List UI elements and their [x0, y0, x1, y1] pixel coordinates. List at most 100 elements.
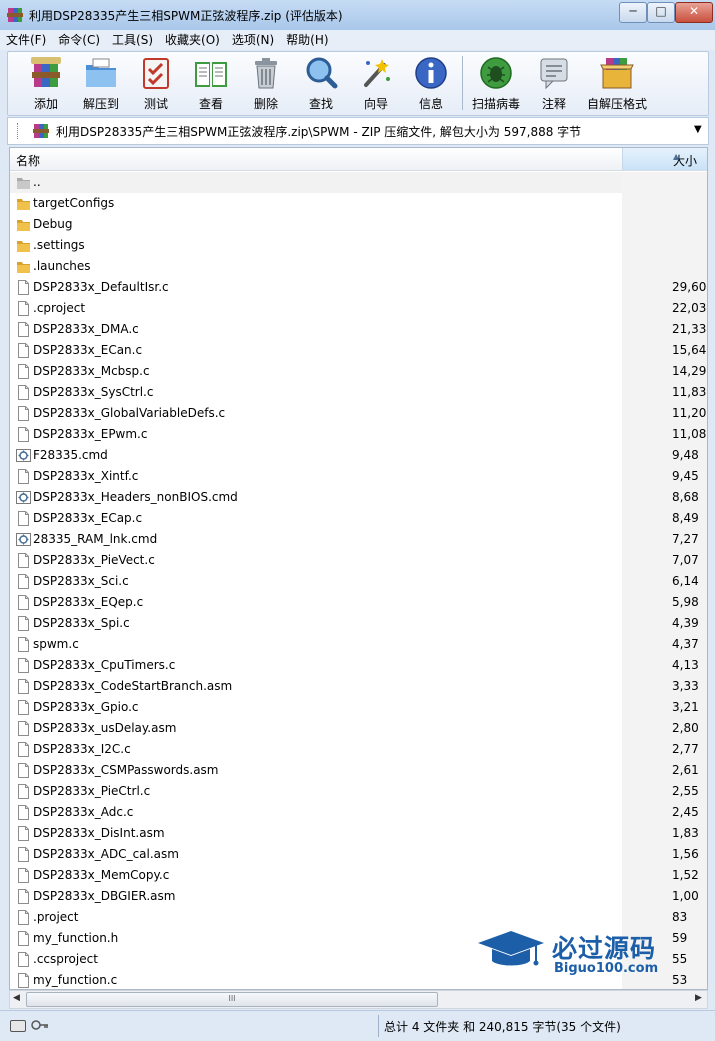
virus-scan-button[interactable]: 扫描病毒	[469, 55, 523, 111]
file-size-cell: 9,48	[622, 445, 707, 466]
file-row[interactable]: DSP2833x_ADC_cal.asm 1,56	[10, 844, 707, 865]
add-button[interactable]: 添加	[19, 55, 73, 111]
file-size-cell: 11,83	[622, 382, 707, 403]
horizontal-scrollbar[interactable]: ◀ III ▶	[9, 990, 708, 1009]
close-button[interactable]: ✕	[675, 2, 713, 23]
file-row[interactable]: DSP2833x_usDelay.asm 2,80	[10, 718, 707, 739]
file-icon	[18, 595, 29, 610]
file-row[interactable]: DSP2833x_CSMPasswords.asm 2,61	[10, 760, 707, 781]
file-row[interactable]: DSP2833x_CpuTimers.c 4,13	[10, 655, 707, 676]
file-size: 22,03	[672, 301, 707, 315]
file-size-cell	[622, 235, 707, 256]
key-icon	[31, 1020, 48, 1030]
file-name: my_function.c	[33, 973, 118, 987]
file-icon	[18, 616, 29, 631]
file-size: 7,07	[672, 553, 699, 567]
file-size: 11,08	[672, 427, 707, 441]
file-row[interactable]: DSP2833x_Xintf.c 9,45	[10, 466, 707, 487]
file-name: ..	[33, 175, 41, 189]
folder-row[interactable]: .settings	[10, 235, 707, 256]
file-row[interactable]: DSP2833x_SysCtrl.c 11,83	[10, 382, 707, 403]
file-name: DSP2833x_GlobalVariableDefs.c	[33, 406, 226, 420]
scroll-left-icon[interactable]: ◀	[13, 993, 20, 1003]
delete-button[interactable]: 删除	[239, 55, 293, 111]
file-name: 28335_RAM_lnk.cmd	[33, 532, 158, 546]
info-button[interactable]: 信息	[404, 55, 458, 111]
menu-favorites[interactable]: 收藏夹(O)	[159, 30, 226, 50]
test-button[interactable]: 测试	[129, 55, 183, 111]
file-row[interactable]: DSP2833x_ECan.c 15,64	[10, 340, 707, 361]
file-icon	[18, 469, 29, 484]
maximize-button[interactable]: □	[647, 2, 675, 23]
menu-command[interactable]: 命令(C)	[52, 30, 106, 50]
file-row[interactable]: DSP2833x_CodeStartBranch.asm 3,33	[10, 676, 707, 697]
address-path: 利用DSP28335产生三相SPWM正弦波程序.zip\SPWM - ZIP 压…	[56, 125, 582, 139]
folder-row[interactable]: targetConfigs	[10, 193, 707, 214]
file-name: DSP2833x_Adc.c	[33, 805, 134, 819]
extract-to-button[interactable]: 解压到	[74, 55, 128, 111]
file-name: DSP2833x_Sci.c	[33, 574, 129, 588]
chevron-down-icon[interactable]: ▼	[694, 124, 702, 135]
file-row[interactable]: DSP2833x_Headers_nonBIOS.cmd 8,68	[10, 487, 707, 508]
menu-file[interactable]: 文件(F)	[0, 30, 52, 50]
view-button[interactable]: 查看	[184, 55, 238, 111]
file-size: 1,56	[672, 847, 699, 861]
file-row[interactable]: DSP2833x_DefaultIsr.c 29,60	[10, 277, 707, 298]
file-list: 名称 大小 ▲ .. targetConfigs Debug .settings .la…	[9, 147, 708, 990]
file-row[interactable]: DSP2833x_DMA.c 21,33	[10, 319, 707, 340]
file-row[interactable]: DSP2833x_PieCtrl.c 2,55	[10, 781, 707, 802]
scroll-thumb[interactable]: III	[26, 992, 438, 1007]
file-row[interactable]: DSP2833x_PieVect.c 7,07	[10, 550, 707, 571]
file-row[interactable]: .project 83	[10, 907, 707, 928]
file-size: 4,37	[672, 637, 699, 651]
wizard-button[interactable]: 向导	[349, 55, 403, 111]
address-grip	[17, 123, 21, 139]
sfx-button[interactable]: 自解压格式	[582, 55, 652, 111]
file-row[interactable]: DSP2833x_Adc.c 2,45	[10, 802, 707, 823]
find-button[interactable]: 查找	[294, 55, 348, 111]
folder-row[interactable]: Debug	[10, 214, 707, 235]
file-row[interactable]: DSP2833x_I2C.c 2,77	[10, 739, 707, 760]
file-row[interactable]: .cproject 22,03	[10, 298, 707, 319]
file-row[interactable]: DSP2833x_DBGIER.asm 1,00	[10, 886, 707, 907]
menu-help[interactable]: 帮助(H)	[280, 30, 334, 50]
folder-icon	[17, 262, 30, 273]
file-name: .settings	[33, 238, 85, 252]
file-name: .project	[33, 910, 79, 924]
file-row[interactable]: DSP2833x_MemCopy.c 1,52	[10, 865, 707, 886]
folder-row[interactable]: .launches	[10, 256, 707, 277]
scroll-right-icon[interactable]: ▶	[695, 993, 702, 1003]
file-row[interactable]: DSP2833x_EPwm.c 11,08	[10, 424, 707, 445]
file-row[interactable]: F28335.cmd 9,48	[10, 445, 707, 466]
status-separator	[378, 1015, 379, 1037]
file-row[interactable]: DSP2833x_GlobalVariableDefs.c 11,20	[10, 403, 707, 424]
file-row[interactable]: 28335_RAM_lnk.cmd 7,27	[10, 529, 707, 550]
file-row[interactable]: DSP2833x_Mcbsp.c 14,29	[10, 361, 707, 382]
file-name: DSP2833x_PieVect.c	[33, 553, 155, 567]
view-label: 查看	[198, 97, 223, 111]
comment-button[interactable]: 注释	[527, 55, 581, 111]
file-row[interactable]: DSP2833x_DisInt.asm 1,83	[10, 823, 707, 844]
file-name: DSP2833x_CpuTimers.c	[33, 658, 176, 672]
column-name-header[interactable]: 名称	[16, 152, 40, 169]
column-size-header[interactable]: 大小 ▲	[622, 148, 707, 170]
file-size: 2,55	[672, 784, 699, 798]
command-script-icon	[16, 533, 31, 546]
folder-row[interactable]: ..	[10, 172, 707, 193]
file-row[interactable]: DSP2833x_ECap.c 8,49	[10, 508, 707, 529]
file-size: 5,98	[672, 595, 699, 609]
file-row[interactable]: DSP2833x_Gpio.c 3,21	[10, 697, 707, 718]
file-size-cell: 1,83	[622, 823, 707, 844]
file-row[interactable]: DSP2833x_Spi.c 4,39	[10, 613, 707, 634]
command-script-icon	[16, 449, 31, 462]
file-row[interactable]: spwm.c 4,37	[10, 634, 707, 655]
minimize-button[interactable]: ─	[619, 2, 647, 23]
address-bar[interactable]: 利用DSP28335产生三相SPWM正弦波程序.zip\SPWM - ZIP 压…	[7, 117, 709, 145]
menu-tools[interactable]: 工具(S)	[106, 30, 159, 50]
file-row[interactable]: DSP2833x_EQep.c 5,98	[10, 592, 707, 613]
view-book-icon	[195, 62, 227, 87]
file-icon	[18, 511, 29, 526]
menu-options[interactable]: 选项(N)	[226, 30, 280, 50]
file-size-cell: 21,33	[622, 319, 707, 340]
file-row[interactable]: DSP2833x_Sci.c 6,14	[10, 571, 707, 592]
